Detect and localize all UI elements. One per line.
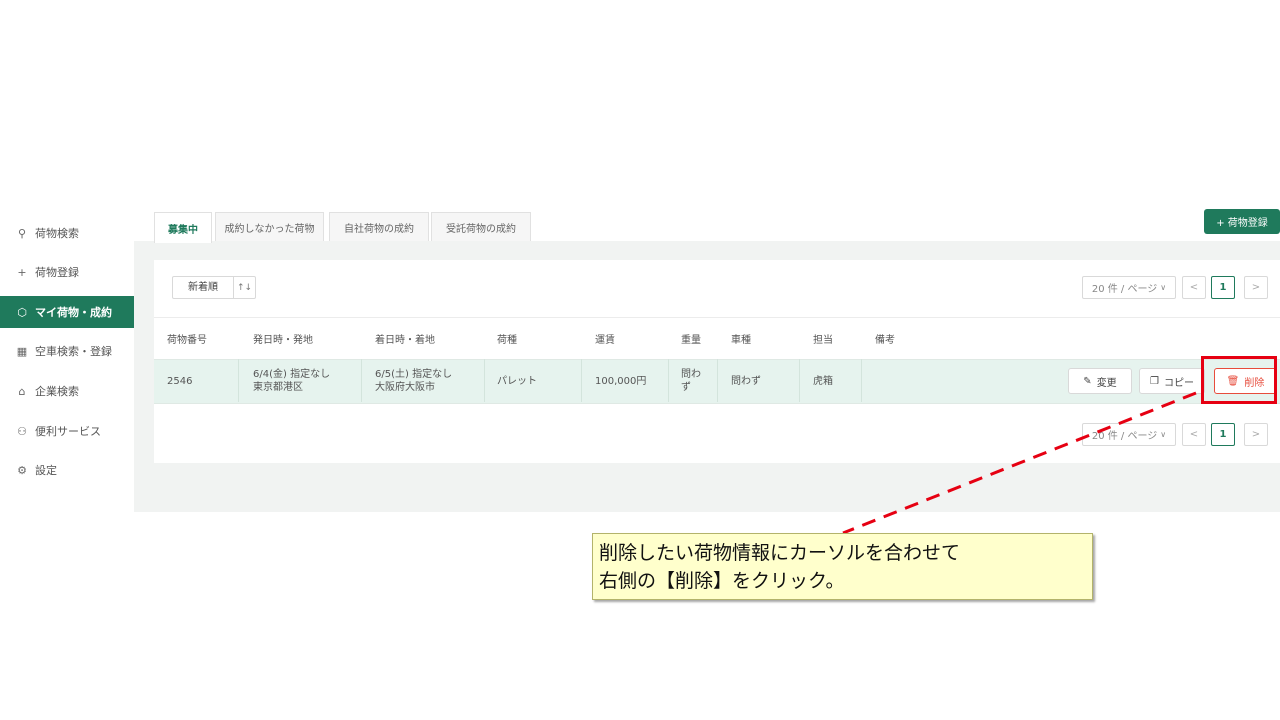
sort-control: 新着順 ↑↓ bbox=[172, 276, 256, 299]
page-1-button[interactable]: 1 bbox=[1211, 423, 1235, 446]
sidebar-item-label: 設定 bbox=[35, 464, 57, 477]
instruction-callout: 削除したい荷物情報にカーソルを合わせて 右側の【削除】をクリック。 bbox=[592, 533, 1093, 600]
sidebar-item-label: 荷物登録 bbox=[35, 266, 79, 279]
cell-cargo-type: パレット bbox=[497, 376, 537, 387]
tab-recruiting[interactable]: 募集中 bbox=[154, 212, 212, 243]
sort-select[interactable]: 新着順 bbox=[173, 277, 234, 298]
copy-icon: ❐ bbox=[1150, 375, 1159, 387]
cell-staff: 虎箱 bbox=[813, 376, 833, 387]
page-1-button[interactable]: 1 bbox=[1211, 276, 1235, 299]
network-icon: ⚇ bbox=[17, 424, 27, 438]
page-size-label: 20 件 / ページ bbox=[1091, 431, 1158, 442]
divider bbox=[154, 317, 1280, 318]
cell-weight: 問わず bbox=[681, 369, 701, 393]
sidebar-item-label: 企業検索 bbox=[35, 385, 79, 398]
cube-icon: ⬡ bbox=[17, 305, 27, 319]
sidebar-item-services[interactable]: ⚇ 便利サービス bbox=[0, 415, 134, 447]
chevron-down-icon: ∨ bbox=[1160, 430, 1167, 439]
sidebar-item-label: 便利サービス bbox=[35, 425, 101, 438]
column-divider bbox=[238, 359, 239, 402]
sidebar-item-label: マイ荷物・成約 bbox=[35, 306, 112, 319]
calendar-icon: ▦ bbox=[16, 344, 28, 358]
sidebar-item-company-search[interactable]: ⌂ 企業検索 bbox=[0, 375, 134, 407]
column-header-cargo-type: 荷種 bbox=[497, 335, 517, 346]
prev-page-button[interactable]: < bbox=[1182, 423, 1206, 446]
sidebar-item-my-cargo[interactable]: ⬡ マイ荷物・成約 bbox=[0, 296, 134, 328]
sidebar-item-cargo-register[interactable]: + 荷物登録 bbox=[0, 256, 134, 288]
column-header-cargo-number: 荷物番号 bbox=[167, 335, 207, 346]
column-header-fare: 運賃 bbox=[595, 335, 615, 346]
cell-arrival-place: 大阪府大阪市 bbox=[375, 382, 435, 393]
page-size-select[interactable]: 20 件 / ページ ∨ bbox=[1082, 276, 1176, 299]
next-page-button[interactable]: > bbox=[1244, 276, 1268, 299]
column-divider bbox=[799, 359, 800, 402]
page-size-label: 20 件 / ページ bbox=[1091, 284, 1158, 295]
home-icon: ⌂ bbox=[18, 384, 26, 398]
cell-departure-date: 6/4(金) 指定なし bbox=[253, 369, 331, 380]
sidebar-item-cargo-search[interactable]: ⚲ 荷物検索 bbox=[0, 217, 134, 249]
edit-button[interactable]: ✎ 変更 bbox=[1068, 368, 1132, 394]
sidebar-item-vehicle-search[interactable]: ▦ 空車検索・登録 bbox=[0, 335, 134, 367]
chevron-down-icon: ∨ bbox=[1160, 283, 1167, 292]
gear-icon: ⚙ bbox=[17, 463, 27, 477]
cell-departure-place: 東京都港区 bbox=[253, 382, 303, 393]
copy-button[interactable]: ❐ コピー bbox=[1139, 368, 1205, 394]
edit-button-label: 変更 bbox=[1096, 377, 1117, 389]
add-cargo-button[interactable]: + 荷物登録 bbox=[1204, 209, 1280, 234]
column-header-notes: 備考 bbox=[875, 335, 895, 346]
sidebar-item-settings[interactable]: ⚙ 設定 bbox=[0, 454, 134, 486]
column-divider bbox=[581, 359, 582, 402]
sidebar-item-label: 荷物検索 bbox=[35, 227, 79, 240]
tab-consigned-contracted[interactable]: 受託荷物の成約 bbox=[431, 212, 531, 241]
cell-arrival-date: 6/5(土) 指定なし bbox=[375, 369, 453, 380]
callout-line-1: 削除したい荷物情報にカーソルを合わせて bbox=[599, 542, 961, 564]
sidebar-item-label: 空車検索・登録 bbox=[35, 345, 112, 358]
cell-cargo-number: 2546 bbox=[167, 376, 193, 387]
delete-highlight-box bbox=[1201, 356, 1277, 404]
column-divider bbox=[861, 359, 862, 402]
column-divider bbox=[717, 359, 718, 402]
pencil-icon: ✎ bbox=[1083, 375, 1092, 387]
next-page-button[interactable]: > bbox=[1244, 423, 1268, 446]
tab-not-contracted[interactable]: 成約しなかった荷物 bbox=[215, 212, 324, 241]
column-header-weight: 重量 bbox=[681, 335, 701, 346]
prev-page-button[interactable]: < bbox=[1182, 276, 1206, 299]
column-header-vehicle: 車種 bbox=[731, 335, 751, 346]
cell-vehicle: 問わず bbox=[731, 376, 761, 387]
callout-line-2: 右側の【削除】をクリック。 bbox=[599, 570, 845, 592]
column-header-staff: 担当 bbox=[813, 335, 833, 346]
sidebar: ⚲ 荷物検索 + 荷物登録 ⬡ マイ荷物・成約 ▦ 空車検索・登録 ⌂ 企業検索… bbox=[0, 207, 135, 512]
column-divider bbox=[484, 359, 485, 402]
search-icon: ⚲ bbox=[17, 226, 27, 240]
page-size-select[interactable]: 20 件 / ページ ∨ bbox=[1082, 423, 1176, 446]
column-divider bbox=[361, 359, 362, 402]
cell-fare: 100,000円 bbox=[595, 376, 647, 387]
column-divider bbox=[668, 359, 669, 402]
copy-button-label: コピー bbox=[1163, 377, 1194, 389]
sort-icon[interactable]: ↑↓ bbox=[234, 283, 255, 293]
column-header-arrival: 着日時・着地 bbox=[375, 335, 435, 346]
tab-own-contracted[interactable]: 自社荷物の成約 bbox=[329, 212, 429, 241]
plus-icon: + bbox=[17, 265, 27, 279]
column-header-departure: 発日時・発地 bbox=[253, 335, 313, 346]
